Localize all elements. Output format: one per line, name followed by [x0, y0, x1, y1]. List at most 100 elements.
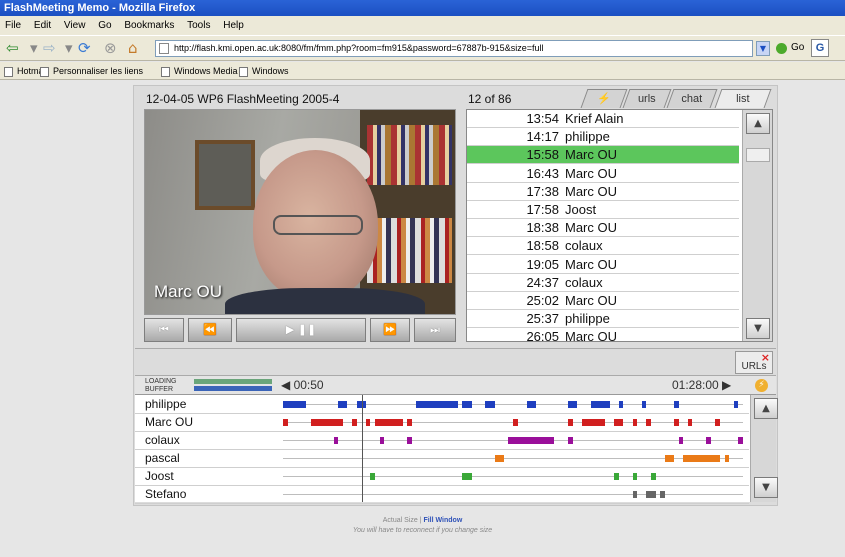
- address-bar[interactable]: http://flash.kmi.open.ac.uk:8080/fm/fmm.…: [155, 40, 753, 57]
- play-pause-button[interactable]: ▶ ❚❚: [236, 318, 366, 342]
- scroll-down-button[interactable]: ▼: [754, 477, 778, 498]
- list-item[interactable]: 26:05 Marc OU: [467, 328, 739, 341]
- speech-segment[interactable]: [664, 455, 674, 462]
- speech-segment[interactable]: [283, 419, 288, 426]
- speech-segment[interactable]: [632, 491, 638, 498]
- speech-segment[interactable]: [582, 419, 605, 426]
- menu-bookmarks[interactable]: Bookmarks: [124, 20, 174, 31]
- stop-icon[interactable]: ⊗: [104, 39, 117, 57]
- speech-segment[interactable]: [706, 437, 711, 444]
- back-arrow-icon[interactable]: ⇦: [6, 39, 19, 57]
- forward-button[interactable]: ⏩: [370, 318, 410, 342]
- speech-segment[interactable]: [462, 473, 472, 480]
- speech-segment[interactable]: [407, 437, 412, 444]
- timeline-end-time[interactable]: 01:28:00 ▶: [672, 378, 731, 392]
- speech-segment[interactable]: [338, 401, 348, 408]
- speech-segment[interactable]: [646, 419, 651, 426]
- reload-icon[interactable]: ⟳: [78, 39, 91, 57]
- speech-segment[interactable]: [660, 491, 665, 498]
- speech-segment[interactable]: [494, 455, 504, 462]
- speech-segment[interactable]: [618, 401, 624, 408]
- speech-segment[interactable]: [724, 455, 730, 462]
- speech-segment[interactable]: [310, 419, 343, 426]
- list-item[interactable]: 17:38 Marc OU: [467, 183, 739, 201]
- speech-segment[interactable]: [416, 401, 458, 408]
- dropdown-icon[interactable]: ▾: [65, 39, 73, 57]
- scroll-up-button[interactable]: ▲: [746, 113, 770, 134]
- forward-arrow-icon[interactable]: ⇨: [43, 39, 56, 57]
- scroll-down-button[interactable]: ▼: [746, 318, 770, 339]
- bookmark-windows[interactable]: Windows: [239, 62, 289, 80]
- menu-tools[interactable]: Tools: [187, 20, 210, 31]
- speech-segment[interactable]: [651, 473, 656, 480]
- speech-segment[interactable]: [614, 473, 619, 480]
- speech-segment[interactable]: [283, 401, 306, 408]
- speech-segment[interactable]: [568, 437, 573, 444]
- speech-segment[interactable]: [632, 419, 638, 426]
- tab-chat[interactable]: chat: [666, 89, 718, 108]
- list-item[interactable]: 18:38 Marc OU: [467, 219, 739, 238]
- speech-segment[interactable]: [375, 419, 403, 426]
- speech-segment[interactable]: [674, 401, 679, 408]
- scroll-up-button[interactable]: ▲: [754, 398, 778, 419]
- speech-segment[interactable]: [646, 491, 656, 498]
- speech-segment[interactable]: [352, 419, 357, 426]
- menu-view[interactable]: View: [64, 20, 86, 31]
- list-item[interactable]: 18:58 colaux: [467, 237, 739, 256]
- speech-segment[interactable]: [513, 419, 518, 426]
- menu-edit[interactable]: Edit: [34, 20, 51, 31]
- speech-segment[interactable]: [568, 419, 573, 426]
- menu-file[interactable]: File: [5, 20, 21, 31]
- speech-segment[interactable]: [591, 401, 610, 408]
- speech-segment[interactable]: [370, 473, 375, 480]
- scroll-thumb[interactable]: [746, 148, 770, 162]
- list-item[interactable]: 25:37 philippe: [467, 310, 739, 329]
- go-button[interactable]: Go: [791, 42, 804, 53]
- list-item[interactable]: 24:37 colaux: [467, 274, 739, 292]
- list-item[interactable]: 16:43 Marc OU: [467, 164, 739, 183]
- speech-segment[interactable]: [641, 401, 647, 408]
- urls-button[interactable]: URLs ×: [735, 351, 773, 374]
- fill-window-link[interactable]: Fill Window: [423, 517, 462, 524]
- speech-segment[interactable]: [715, 419, 720, 426]
- speech-segment[interactable]: [526, 401, 536, 408]
- rewind-button[interactable]: ⏪: [188, 318, 232, 342]
- tab-list[interactable]: list: [714, 89, 772, 108]
- list-item[interactable]: 15:58 Marc OU: [467, 146, 739, 165]
- tab-urls[interactable]: urls: [622, 89, 672, 108]
- speech-segment[interactable]: [632, 473, 638, 480]
- list-item[interactable]: 25:02 Marc OU: [467, 292, 739, 310]
- list-item[interactable]: 13:54 Krief Alain: [467, 110, 739, 128]
- speech-segment[interactable]: [462, 401, 472, 408]
- menu-help[interactable]: Help: [223, 20, 244, 31]
- tab-events[interactable]: ⚡: [580, 89, 628, 108]
- speech-segment[interactable]: [333, 437, 339, 444]
- last-button[interactable]: ⏭: [414, 318, 456, 342]
- speech-segment[interactable]: [683, 455, 720, 462]
- url-dropdown-button[interactable]: ▼: [756, 41, 770, 56]
- timeline-start-time[interactable]: ◀ 00:50: [281, 378, 324, 392]
- speech-segment[interactable]: [568, 401, 578, 408]
- lightning-icon[interactable]: ⚡: [755, 379, 768, 392]
- bookmark-personnaliser[interactable]: Personnaliser les liens: [40, 62, 143, 80]
- speech-segment[interactable]: [508, 437, 555, 444]
- actual-size-link[interactable]: Actual Size: [383, 517, 418, 524]
- search-engine-icon[interactable]: G: [811, 39, 829, 57]
- first-button[interactable]: ⏮: [144, 318, 184, 342]
- list-item[interactable]: 14:17 philippe: [467, 128, 739, 147]
- speech-segment[interactable]: [407, 419, 412, 426]
- go-icon[interactable]: [776, 43, 787, 54]
- speech-segment[interactable]: [687, 419, 693, 426]
- timeline-scrollbar[interactable]: ▲ ▼: [750, 395, 778, 502]
- list-item[interactable]: 17:58 Joost: [467, 201, 739, 219]
- speech-segment[interactable]: [614, 419, 624, 426]
- bookmark-windows-media[interactable]: Windows Media: [161, 62, 238, 80]
- list-item[interactable]: 19:05 Marc OU: [467, 256, 739, 274]
- playhead[interactable]: [362, 395, 363, 502]
- list-scrollbar[interactable]: ▲ ▼: [742, 110, 772, 341]
- home-icon[interactable]: ⌂: [128, 39, 138, 57]
- dropdown-icon[interactable]: ▾: [30, 39, 38, 57]
- speech-segment[interactable]: [379, 437, 385, 444]
- speech-segment[interactable]: [485, 401, 495, 408]
- speech-segment[interactable]: [738, 437, 743, 444]
